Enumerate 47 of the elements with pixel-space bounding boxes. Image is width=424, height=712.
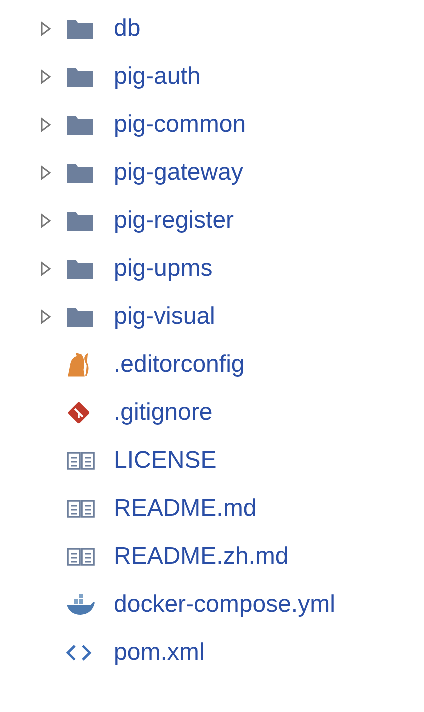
tree-item[interactable]: pig-common — [0, 101, 424, 149]
tree-item[interactable]: pom.xml — [0, 629, 424, 677]
book-icon — [66, 547, 96, 567]
chevron-right-icon[interactable] — [40, 21, 52, 37]
tree-item[interactable]: pig-auth — [0, 53, 424, 101]
chevron-right-icon[interactable] — [40, 69, 52, 85]
file-name: docker-compose.yml — [114, 590, 336, 620]
tree-item[interactable]: .editorconfig — [0, 341, 424, 389]
tree-item[interactable]: pig-register — [0, 197, 424, 245]
folder-icon — [66, 210, 94, 232]
folder-icon — [66, 258, 94, 280]
book-icon — [66, 499, 96, 519]
chevron-right-icon[interactable] — [40, 213, 52, 229]
whale-icon — [66, 594, 96, 616]
tree-item[interactable]: LICENSE — [0, 437, 424, 485]
file-name: pig-register — [114, 206, 234, 236]
file-name: db — [114, 14, 141, 44]
tree-item[interactable]: docker-compose.yml — [0, 581, 424, 629]
file-name: README.zh.md — [114, 542, 289, 572]
file-name: pig-common — [114, 110, 246, 140]
book-icon — [66, 451, 96, 471]
file-name: pom.xml — [114, 638, 205, 668]
code-icon — [66, 643, 92, 663]
tree-item[interactable]: pig-upms — [0, 245, 424, 293]
tree-item[interactable]: pig-gateway — [0, 149, 424, 197]
file-name: .gitignore — [114, 398, 213, 428]
tree-item[interactable]: db — [0, 5, 424, 53]
file-name: pig-visual — [114, 302, 216, 332]
tree-item[interactable]: README.zh.md — [0, 533, 424, 581]
file-name: LICENSE — [114, 446, 217, 476]
folder-icon — [66, 162, 94, 184]
file-name: pig-upms — [114, 254, 213, 284]
chevron-right-icon[interactable] — [40, 261, 52, 277]
file-name: pig-auth — [114, 62, 201, 92]
folder-icon — [66, 66, 94, 88]
file-name: pig-gateway — [114, 158, 244, 188]
chevron-right-icon[interactable] — [40, 165, 52, 181]
chevron-right-icon[interactable] — [40, 309, 52, 325]
folder-icon — [66, 18, 94, 40]
folder-icon — [66, 306, 94, 328]
file-name: .editorconfig — [114, 350, 245, 380]
file-name: README.md — [114, 494, 257, 524]
tree-item[interactable]: README.md — [0, 485, 424, 533]
tree-item[interactable]: pig-visual — [0, 293, 424, 341]
folder-icon — [66, 114, 94, 136]
chevron-right-icon[interactable] — [40, 117, 52, 133]
tree-item[interactable]: .gitignore — [0, 389, 424, 437]
